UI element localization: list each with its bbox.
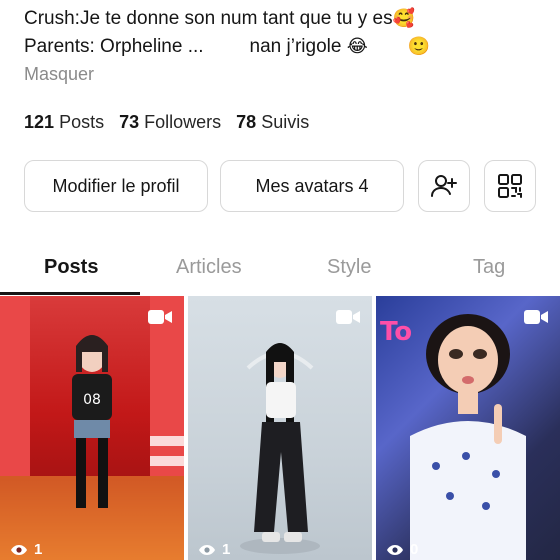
post-thumbnail[interactable]: 1	[188, 296, 372, 560]
view-count: 0	[386, 541, 418, 558]
stat-posts[interactable]: 121 Posts	[24, 112, 104, 133]
stat-followers-label: Followers	[144, 112, 222, 132]
bio-line-crush: Crush:Je te donne son num tant que tu y …	[24, 8, 415, 30]
profile-stats: 121 Posts 73 Followers 78 Suivis	[24, 112, 324, 133]
view-count-value: 1	[222, 541, 231, 558]
post-thumbnail[interactable]: 08 1	[0, 296, 184, 560]
eye-icon	[199, 544, 215, 555]
avatar-illustration: To	[380, 314, 526, 560]
stat-posts-label: Posts	[59, 112, 105, 132]
eye-icon	[387, 544, 403, 555]
smiling-hearts-emoji: 🥰	[392, 8, 416, 29]
stat-followers[interactable]: 73 Followers	[119, 112, 221, 133]
video-icon	[336, 310, 360, 324]
svg-text:To: To	[380, 317, 412, 347]
add-user-icon	[431, 175, 457, 197]
hide-bio-link[interactable]: Masquer	[24, 64, 94, 85]
qr-code-icon	[498, 174, 522, 198]
stat-following[interactable]: 78 Suivis	[236, 112, 309, 133]
edit-profile-button[interactable]: Modifier le profil	[24, 160, 208, 212]
bio-joke-text: nan j’rigole	[249, 36, 342, 57]
tab-posts[interactable]: Posts	[44, 256, 98, 279]
view-count-value: 1	[34, 541, 43, 558]
tab-articles[interactable]: Articles	[176, 256, 242, 279]
bio-line-parents: Parents: Orpheline ... nan j’rigole 😂 🙂	[24, 36, 430, 58]
stat-posts-value: 121	[24, 112, 55, 132]
qr-code-button[interactable]	[484, 160, 536, 212]
view-count-value: 0	[410, 541, 419, 558]
video-icon	[524, 310, 548, 324]
active-tab-indicator	[0, 292, 140, 295]
eye-icon	[11, 544, 27, 555]
view-count: 1	[198, 541, 230, 558]
video-icon	[148, 310, 172, 324]
stat-followers-value: 73	[119, 112, 140, 132]
add-friend-button[interactable]	[418, 160, 470, 212]
view-count: 1	[10, 541, 42, 558]
stat-following-label: Suivis	[261, 112, 310, 132]
profile-tabs: Posts Articles Style Tag	[0, 246, 560, 296]
post-thumbnail[interactable]: To 0	[376, 296, 560, 560]
stat-following-value: 78	[236, 112, 257, 132]
bio-crush-text: Crush:Je te donne son num tant que tu y …	[24, 8, 393, 29]
avatar-illustration	[240, 343, 320, 554]
svg-text:08: 08	[83, 392, 101, 408]
smile-emoji: 🙂	[407, 36, 431, 57]
laughing-emoji: 😂	[346, 36, 368, 57]
avatar-illustration: 08	[0, 296, 184, 560]
tab-style[interactable]: Style	[327, 256, 371, 279]
bio-parents-text: Parents: Orpheline ...	[24, 36, 204, 57]
tab-tag[interactable]: Tag	[473, 256, 505, 279]
my-avatars-button[interactable]: Mes avatars 4	[220, 160, 404, 212]
